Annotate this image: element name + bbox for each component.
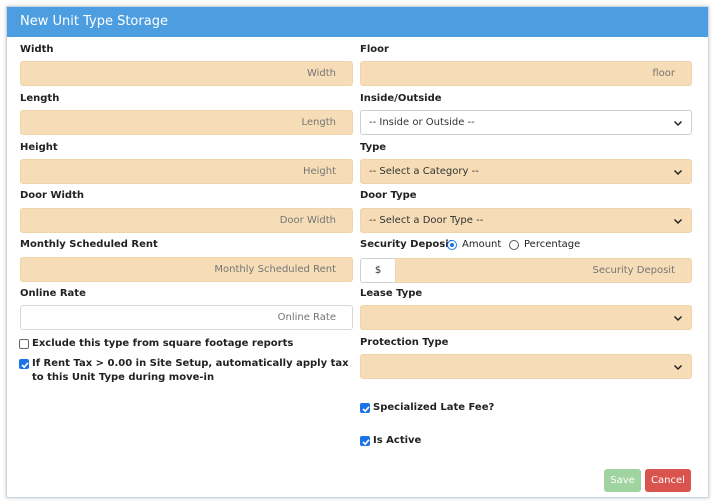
monthly-rent-label: Monthly Scheduled Rent [20,239,158,250]
door-type-value: -- Select a Door Type -- [369,215,484,226]
monthly-rent-input[interactable] [20,257,353,282]
protection-type-select[interactable] [360,354,692,379]
type-value: -- Select a Category -- [369,166,479,177]
is-active-checkbox[interactable] [360,436,370,446]
rent-tax-checkbox[interactable] [19,359,29,369]
width-label: Width [20,44,54,55]
length-label: Length [20,93,60,104]
inside-outside-label: Inside/Outside [360,93,442,104]
door-width-label: Door Width [20,190,84,201]
online-rate-label: Online Rate [20,288,86,299]
door-type-label: Door Type [360,190,417,201]
exclude-sqft-checkbox[interactable] [19,339,29,349]
amount-radio-label: Amount [462,239,502,250]
security-deposit-input[interactable] [395,258,692,283]
height-input[interactable] [20,159,353,184]
door-width-input[interactable] [20,208,353,233]
specialized-late-fee-label: Specialized Late Fee? [373,402,495,413]
online-rate-input[interactable] [20,305,353,330]
save-button[interactable]: Save [604,469,641,492]
checkmark-icon [21,362,29,369]
specialized-late-fee-checkbox[interactable] [360,403,370,413]
chevron-down-icon [673,315,683,322]
security-deposit-label: Security Deposit [360,239,454,250]
protection-type-label: Protection Type [360,337,449,348]
floor-input[interactable] [360,61,692,86]
chevron-down-icon [673,120,683,127]
cancel-button[interactable]: Cancel [645,469,691,492]
chevron-down-icon [673,169,683,176]
type-select[interactable]: -- Select a Category -- [360,159,692,184]
checkmark-icon [362,439,370,446]
chevron-down-icon [673,218,683,225]
percentage-radio-label: Percentage [524,239,581,250]
amount-radio[interactable] [447,240,457,250]
lease-type-select[interactable] [360,305,692,330]
chevron-down-icon [673,364,683,371]
floor-label: Floor [360,44,389,55]
type-label: Type [360,142,387,153]
exclude-sqft-label: Exclude this type from square footage re… [32,338,294,349]
inside-outside-select[interactable]: -- Inside or Outside -- [360,110,692,135]
percentage-radio[interactable] [509,240,519,250]
is-active-label: Is Active [373,435,422,446]
currency-prefix: $ [360,258,396,283]
checkmark-icon [362,406,370,413]
rent-tax-label: If Rent Tax > 0.00 in Site Setup, automa… [32,358,349,383]
inside-outside-value: -- Inside or Outside -- [369,117,475,128]
height-label: Height [20,142,58,153]
length-input[interactable] [20,110,353,135]
modal-title: New Unit Type Storage [7,7,708,37]
width-input[interactable] [20,61,353,86]
lease-type-label: Lease Type [360,288,423,299]
door-type-select[interactable]: -- Select a Door Type -- [360,208,692,233]
new-unit-type-modal: New Unit Type Storage Width Length Heigh… [6,6,709,498]
